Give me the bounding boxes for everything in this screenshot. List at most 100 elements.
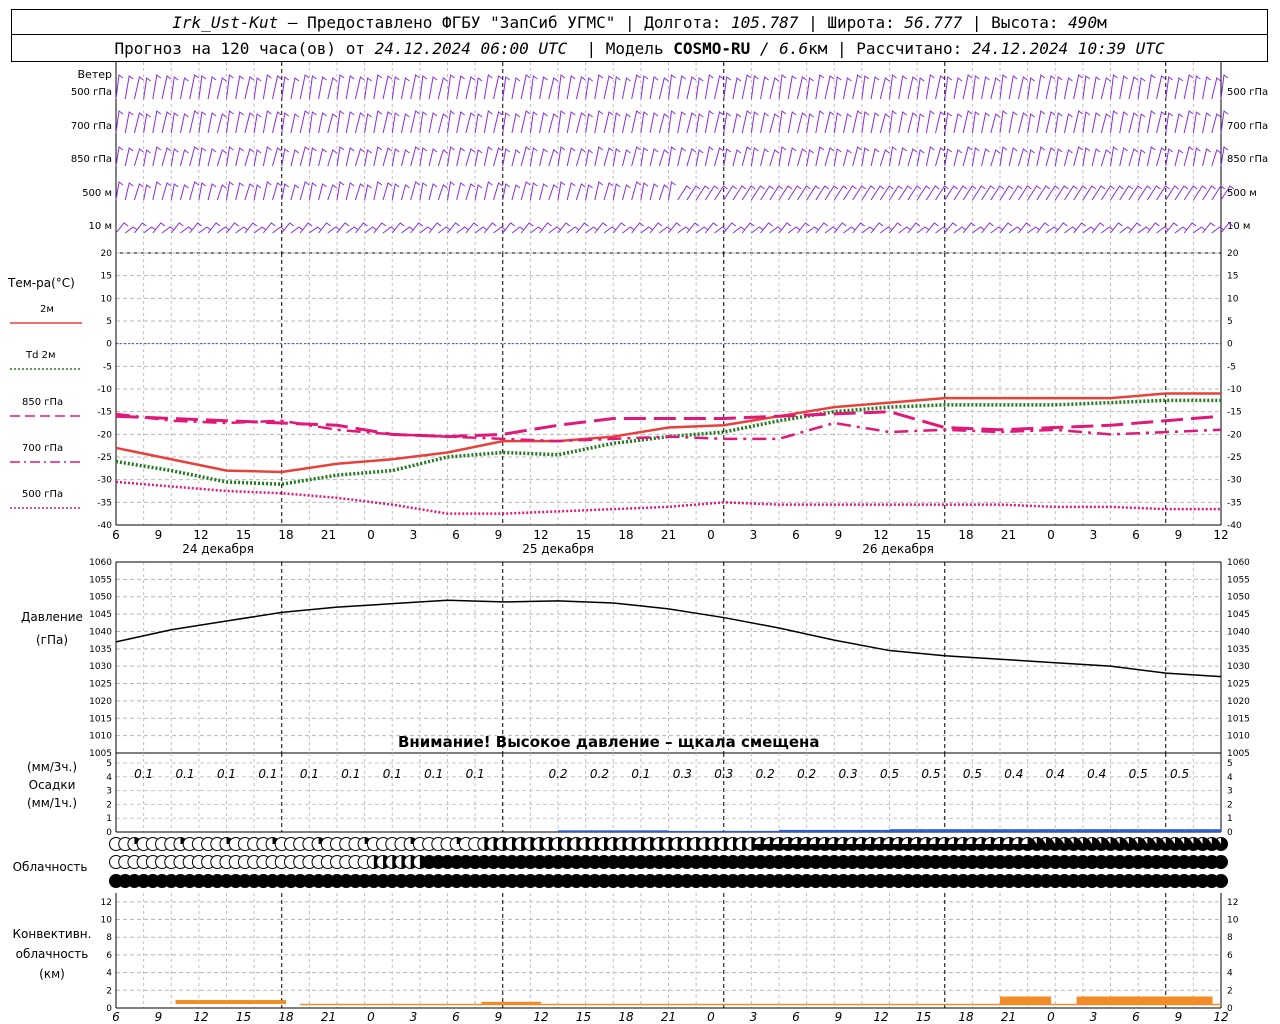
precip-bar bbox=[631, 830, 641, 832]
conv-xtick: 6 bbox=[1132, 1010, 1140, 1024]
conv-ytick: 4 bbox=[106, 969, 112, 979]
temp-xtick: 15 bbox=[236, 528, 251, 542]
wind-barb bbox=[953, 77, 963, 100]
precip-bar bbox=[907, 829, 918, 832]
wind-barb bbox=[1174, 149, 1184, 167]
precip-bar bbox=[594, 830, 605, 832]
temp-xtick: 12 bbox=[193, 528, 208, 542]
wind-barb bbox=[1156, 111, 1166, 134]
wind-barb bbox=[1110, 146, 1118, 167]
wind-barb bbox=[1100, 149, 1111, 167]
wind-barb bbox=[677, 75, 687, 100]
wind-barb bbox=[879, 113, 890, 134]
precip-bar bbox=[1156, 829, 1166, 832]
wind-barb bbox=[447, 146, 455, 167]
pres-ytick-right: 1055 bbox=[1227, 575, 1250, 585]
wind-barb bbox=[465, 148, 476, 167]
wind-barb bbox=[833, 112, 842, 134]
wind-barb bbox=[465, 76, 476, 100]
wind-barb bbox=[253, 77, 262, 100]
wind-barb bbox=[640, 147, 649, 167]
wind-barb bbox=[815, 110, 825, 134]
wind-barb bbox=[649, 112, 659, 134]
wind-barb bbox=[842, 149, 852, 167]
precip-bar bbox=[815, 829, 826, 832]
precip-3h-label: 0.1 bbox=[424, 767, 443, 781]
precip-bar bbox=[1073, 829, 1083, 832]
wind-barb bbox=[1063, 113, 1073, 134]
wind-barb bbox=[612, 183, 621, 201]
precip-bar bbox=[1119, 829, 1129, 832]
wind-barb bbox=[585, 77, 593, 100]
temp-xtick: 12 bbox=[873, 528, 888, 542]
temp-xtick: 9 bbox=[1175, 528, 1183, 542]
wind-barb bbox=[456, 182, 466, 201]
wind-barb bbox=[750, 75, 759, 100]
wind-barb bbox=[152, 146, 162, 167]
precip-bar bbox=[880, 829, 890, 832]
pres-ytick: 1050 bbox=[89, 593, 112, 603]
wind-barb bbox=[529, 147, 538, 167]
precip-bar bbox=[1092, 829, 1102, 832]
wind-barb bbox=[889, 110, 897, 134]
conv-ytick-right: 12 bbox=[1227, 898, 1238, 908]
conv-xtick: 9 bbox=[835, 1010, 843, 1024]
wind-barb bbox=[354, 183, 365, 201]
wind-barb bbox=[502, 222, 516, 234]
temp-ytick-right: -25 bbox=[1227, 453, 1242, 463]
precip-bar bbox=[917, 829, 927, 832]
wind-barb bbox=[410, 181, 420, 201]
wind-barb bbox=[760, 76, 769, 100]
wind-barb bbox=[226, 222, 239, 234]
wind-barb bbox=[1156, 147, 1166, 167]
pres-ytick-right: 1050 bbox=[1227, 593, 1250, 603]
temp-xtick: 12 bbox=[533, 528, 548, 542]
wind-barb bbox=[658, 77, 669, 100]
precip-bar bbox=[686, 830, 697, 832]
precip-bar bbox=[1082, 829, 1093, 832]
wind-barb bbox=[999, 110, 1008, 134]
wind-barb bbox=[354, 148, 365, 167]
wind-barb bbox=[1091, 112, 1101, 134]
wind-barb bbox=[1091, 148, 1101, 167]
wind-barb bbox=[1082, 147, 1091, 167]
wind-barb bbox=[318, 183, 327, 201]
conv-xtick: 12 bbox=[1213, 1010, 1228, 1024]
prec-ytick-right: 2 bbox=[1227, 800, 1233, 810]
wind-barb bbox=[327, 184, 338, 201]
wind-barb bbox=[299, 222, 313, 234]
prec-unit-bottom: (мм/1ч.) bbox=[27, 796, 77, 810]
cloud-title: Облачность bbox=[13, 860, 88, 874]
precip-3h-label: 0.1 bbox=[631, 767, 650, 781]
wind-barb bbox=[1128, 76, 1139, 100]
wind-barb bbox=[548, 77, 559, 100]
wind-barb bbox=[1073, 74, 1083, 100]
wind-barb bbox=[143, 77, 151, 100]
precip-bar bbox=[944, 829, 954, 832]
wind-barb bbox=[603, 147, 614, 167]
wind-barb bbox=[1063, 77, 1073, 100]
wind-barb bbox=[170, 183, 179, 201]
wind-barb bbox=[474, 149, 483, 167]
wind-barb bbox=[1211, 149, 1222, 167]
wind-barb bbox=[566, 182, 576, 201]
wind-barb bbox=[235, 111, 245, 134]
wind-barb bbox=[437, 184, 448, 201]
wind-barb bbox=[704, 222, 718, 234]
wind-barb bbox=[456, 75, 466, 100]
wind-barb bbox=[971, 111, 980, 134]
conv-xtick: 21 bbox=[661, 1010, 676, 1024]
wind-barb bbox=[336, 110, 345, 134]
wind-barb bbox=[898, 111, 908, 134]
conv-xtick: 0 bbox=[707, 1010, 715, 1024]
wind-barb bbox=[999, 222, 1013, 234]
precip-bar bbox=[1064, 829, 1074, 832]
wind-barb bbox=[207, 183, 217, 201]
temp-xtick: 6 bbox=[452, 528, 460, 542]
conv-ytick: 6 bbox=[106, 951, 112, 961]
temp-xtick: 21 bbox=[661, 528, 676, 542]
wind-barb bbox=[391, 112, 400, 134]
wind-barb bbox=[981, 148, 990, 167]
conv-xtick: 9 bbox=[495, 1010, 503, 1024]
precip-bar bbox=[751, 830, 761, 832]
